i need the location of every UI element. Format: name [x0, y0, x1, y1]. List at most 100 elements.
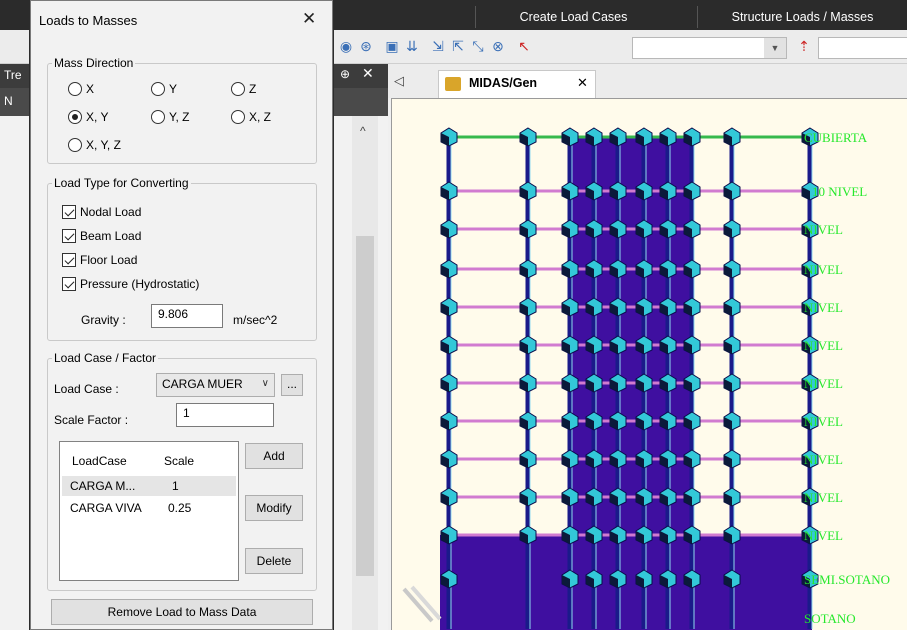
radio-label: X, Z [249, 110, 272, 124]
checkbox-box[interactable] [62, 229, 76, 243]
load-case-select[interactable]: CARGA MUER ∨ [156, 373, 275, 397]
radio-xy[interactable]: X, Y [68, 110, 108, 124]
checkbox-label: Beam Load [80, 229, 142, 243]
table-row[interactable]: CARGA M... 1 [62, 476, 236, 496]
load-type-legend: Load Type for Converting [54, 176, 189, 190]
gravity-input[interactable]: 9.806 [151, 304, 223, 328]
story-label: NIVEL [804, 376, 843, 391]
load-case-list[interactable]: LoadCase Scale CARGA M... 1 CARGA VIVA 0… [59, 441, 239, 581]
checkbox-box[interactable] [62, 205, 76, 219]
chevron-down-icon[interactable]: ▼ [764, 38, 786, 58]
select-by-id-icon[interactable]: ⇡ [796, 38, 812, 54]
story-label: NIVEL [804, 528, 843, 543]
radio-x[interactable]: X [68, 82, 94, 96]
cell-scale: 1 [172, 479, 179, 493]
checkbox-box[interactable] [62, 277, 76, 291]
checkbox-label: Pressure (Hydrostatic) [80, 277, 200, 291]
cell-loadcase: CARGA M... [70, 479, 136, 493]
delete-button[interactable]: Delete [245, 548, 303, 574]
document-tabbar: ◁ MIDAS/Gen ✕ [388, 64, 907, 98]
scrollbar-thumb[interactable] [356, 236, 374, 576]
intersect-select-icon[interactable]: ⇱ [450, 38, 466, 54]
radio-label: X [86, 82, 95, 96]
add-button[interactable]: Add [245, 443, 303, 469]
story-label: NIVEL [804, 338, 843, 353]
story-label: NIVEL [804, 300, 843, 315]
checkbox-label: Floor Load [80, 253, 138, 267]
tab-label: MIDAS/Gen [469, 76, 538, 90]
dialog-title: Loads to Masses [39, 13, 138, 28]
pointer-select-icon[interactable]: ⊛ [358, 38, 374, 54]
radio-dot[interactable] [68, 138, 82, 152]
beam-load-checkbox[interactable]: Beam Load [62, 229, 141, 243]
element-select-icon[interactable]: ⇊ [404, 38, 420, 54]
load-case-select-value: CARGA MUER [162, 377, 243, 391]
deselect-icon[interactable]: ⊗ [490, 38, 506, 54]
chevron-up-icon[interactable]: ^ [360, 124, 366, 138]
column-header-loadcase[interactable]: LoadCase [72, 454, 127, 468]
radio-dot[interactable] [151, 110, 165, 124]
tree-panel-title: Tre [4, 68, 22, 82]
radio-z[interactable]: Z [231, 82, 256, 96]
load-case-label: Load Case : [54, 382, 119, 396]
load-case-legend: Load Case / Factor [54, 351, 157, 365]
pin-icon[interactable]: ⊕ [340, 67, 350, 81]
tree-panel-tab[interactable]: N [4, 94, 13, 108]
line-select-icon[interactable]: ⤡ [470, 38, 486, 54]
loads-to-masses-dialog: Loads to Masses ✕ Mass Direction X Y Z X… [30, 0, 333, 630]
window-select-icon[interactable]: ▣ [384, 38, 400, 54]
radio-label: X, Y, Z [86, 138, 121, 152]
story-label: NIVEL [804, 262, 843, 277]
story-label: CUBIERTA [804, 130, 868, 145]
close-icon[interactable]: ✕ [577, 75, 588, 91]
scale-factor-input[interactable]: 1 [176, 403, 274, 427]
gravity-unit: m/sec^2 [233, 313, 278, 327]
radio-xz[interactable]: X, Z [231, 110, 271, 124]
node-select-icon[interactable]: ◉ [338, 38, 354, 54]
column-header-scale[interactable]: Scale [164, 454, 194, 468]
model-viewport[interactable]: CUBIERTA 10 NIVEL NIVEL NIVEL NIVEL NIVEL NIVE… [391, 98, 907, 630]
tab-structure-loads-masses[interactable]: Structure Loads / Masses [697, 6, 907, 28]
polygon-select-icon[interactable]: ⇲ [430, 38, 446, 54]
remove-load-to-mass-button[interactable]: Remove Load to Mass Data [51, 599, 313, 625]
radio-xyz[interactable]: X, Y, Z [68, 138, 121, 152]
cursor-icon[interactable]: ↖ [516, 38, 532, 54]
midas-app-icon [445, 77, 461, 91]
mass-direction-legend: Mass Direction [54, 56, 134, 70]
pressure-checkbox[interactable]: Pressure (Hydrostatic) [62, 277, 199, 291]
story-label: SEMI.SOTANO [804, 572, 890, 587]
radio-dot[interactable] [68, 82, 82, 96]
modify-button[interactable]: Modify [245, 495, 303, 521]
gravity-label: Gravity : [81, 313, 126, 327]
nodal-load-checkbox[interactable]: Nodal Load [62, 205, 141, 219]
tab-create-load-cases[interactable]: Create Load Cases [475, 6, 671, 28]
scrollbar[interactable]: ^ [352, 116, 378, 630]
floor-load-checkbox[interactable]: Floor Load [62, 253, 137, 267]
radio-yz[interactable]: Y, Z [151, 110, 189, 124]
cell-loadcase: CARGA VIVA [70, 501, 142, 515]
checkbox-box[interactable] [62, 253, 76, 267]
chevron-down-icon[interactable]: ∨ [262, 378, 269, 389]
radio-dot-selected[interactable] [68, 110, 82, 124]
radio-label: Y [169, 82, 178, 96]
story-label: NIVEL [804, 414, 843, 429]
radio-dot[interactable] [151, 82, 165, 96]
close-icon[interactable]: ✕ [302, 9, 316, 29]
story-label: SOTANO [804, 611, 856, 626]
chevron-left-icon[interactable]: ◁ [394, 73, 404, 89]
radio-dot[interactable] [231, 82, 245, 96]
close-icon[interactable]: ✕ [362, 65, 374, 82]
story-label: NIVEL [804, 452, 843, 467]
id-input-combo[interactable] [818, 37, 907, 59]
story-label: 10 NIVEL [812, 184, 867, 199]
cell-scale: 0.25 [168, 501, 192, 515]
checkbox-label: Nodal Load [80, 205, 142, 219]
browse-load-case-button[interactable]: ... [281, 374, 303, 396]
table-row[interactable]: CARGA VIVA 0.25 [62, 498, 236, 518]
story-label: NIVEL [804, 490, 843, 505]
radio-label: X, Y [86, 110, 109, 124]
tab-midas-gen[interactable]: MIDAS/Gen ✕ [438, 70, 596, 98]
radio-y[interactable]: Y [151, 82, 177, 96]
building-model: CUBIERTA 10 NIVEL NIVEL NIVEL NIVEL NIVEL NIVE… [402, 127, 890, 630]
radio-dot[interactable] [231, 110, 245, 124]
